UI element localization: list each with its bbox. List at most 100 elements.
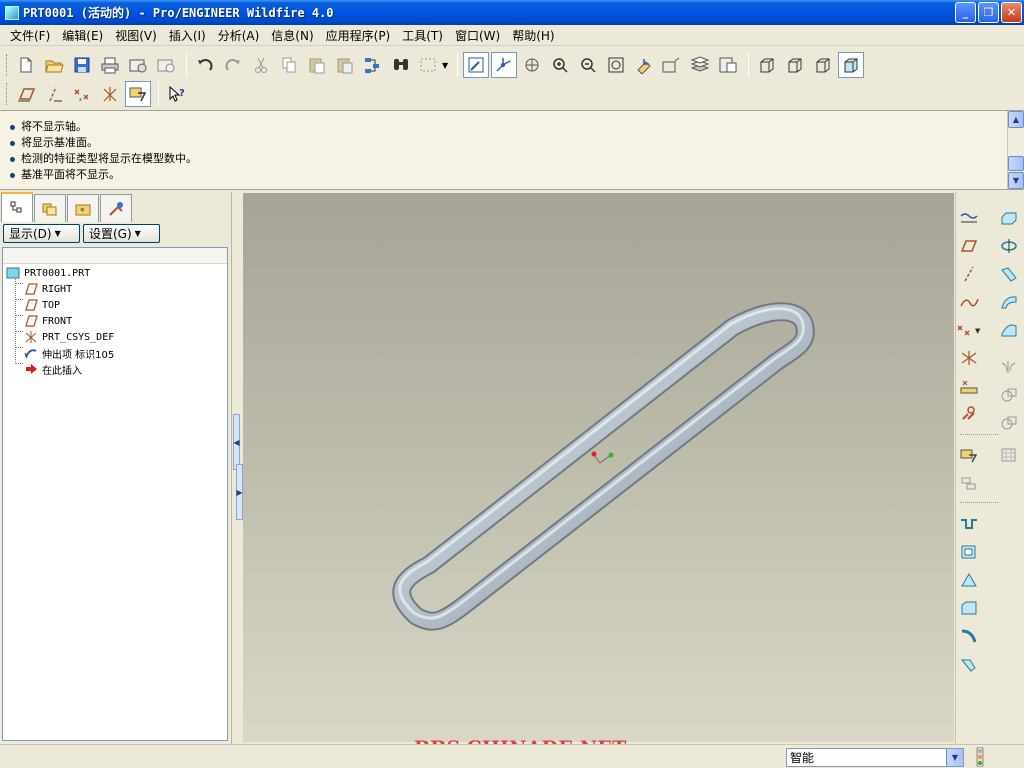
zoom-in-icon[interactable] (547, 52, 573, 78)
tree-item-sweep[interactable]: 伸出项 标识105 (23, 345, 114, 361)
message-scrollbar[interactable]: ▲ ▼ (1007, 111, 1024, 189)
view-manager-icon[interactable] (715, 52, 741, 78)
orient-mode-icon[interactable] (519, 52, 545, 78)
menu-insert[interactable]: 插入(I) (163, 27, 212, 44)
restore-button[interactable]: ❐ (978, 2, 999, 23)
sketch-icon[interactable] (956, 205, 982, 231)
trim-icon[interactable] (996, 410, 1022, 436)
tube-loop-model[interactable] (392, 302, 815, 631)
scroll-up-icon[interactable]: ▲ (1008, 111, 1024, 128)
menu-help[interactable]: 帮助(H) (506, 27, 560, 44)
select-box-dropdown-icon[interactable]: ▼ (442, 61, 448, 70)
draft-tool-icon[interactable] (956, 567, 982, 593)
send-mail-icon[interactable] (125, 52, 151, 78)
datum-axis-tool-icon[interactable] (956, 261, 982, 287)
graphics-viewport[interactable] (243, 193, 954, 742)
undo-icon[interactable] (192, 52, 218, 78)
menu-tools[interactable]: 工具(T) (396, 27, 449, 44)
menu-info[interactable]: 信息(N) (265, 27, 319, 44)
boundary-blend-icon[interactable] (996, 317, 1022, 343)
plane-display-icon[interactable] (13, 81, 39, 107)
point-display-icon[interactable]: x (69, 81, 95, 107)
csys-display-icon[interactable] (97, 81, 123, 107)
favorites-tab[interactable]: * (67, 194, 99, 222)
annotation-display-icon[interactable] (125, 81, 151, 107)
show-dropdown-button[interactable]: 显示(D) ▼ (3, 224, 80, 243)
copy-icon[interactable] (276, 52, 302, 78)
hole-tool-icon[interactable] (956, 539, 982, 565)
menu-edit[interactable]: 编辑(E) (56, 27, 109, 44)
annotation-feature-icon[interactable] (956, 442, 982, 468)
menu-window[interactable]: 窗口(W) (449, 27, 506, 44)
folder-browser-tab[interactable] (34, 194, 66, 222)
no-hidden-icon[interactable] (810, 52, 836, 78)
scroll-thumb[interactable] (1008, 156, 1024, 171)
open-folder-icon[interactable] (41, 52, 67, 78)
cut-icon[interactable] (248, 52, 274, 78)
wireframe-icon[interactable] (754, 52, 780, 78)
close-button[interactable]: ✕ (1001, 2, 1022, 23)
shrinkwrap-icon[interactable] (956, 470, 982, 496)
datum-plane-tool-icon[interactable] (956, 233, 982, 259)
tree-item-right[interactable]: RIGHT (23, 281, 72, 297)
layers-icon[interactable] (687, 52, 713, 78)
mirror-icon[interactable] (996, 354, 1022, 380)
redo-icon[interactable] (220, 52, 246, 78)
menu-analysis[interactable]: 分析(A) (212, 27, 266, 44)
expand-right-icon[interactable]: ▶ (236, 464, 243, 520)
menu-applications[interactable]: 应用程序(P) (320, 27, 397, 44)
csys-tool-icon[interactable] (956, 345, 982, 371)
axis-display-icon[interactable] (41, 81, 67, 107)
model-tree-tab[interactable] (1, 192, 33, 222)
tree-item-part[interactable]: PRT0001.PRT (5, 265, 90, 281)
chevron-down-icon[interactable]: ▼ (946, 749, 963, 766)
merge-icon[interactable] (996, 382, 1022, 408)
toolbar-grip[interactable] (6, 54, 9, 76)
paste-icon[interactable] (304, 52, 330, 78)
menu-view[interactable]: 视图(V) (109, 27, 163, 44)
print-icon[interactable] (97, 52, 123, 78)
variable-sweep-icon[interactable] (996, 261, 1022, 287)
rib-tool-icon[interactable] (956, 651, 982, 677)
panel-splitter[interactable]: ◀ ▶ (231, 192, 243, 744)
hidden-line-icon[interactable] (782, 52, 808, 78)
datum-curve-tool-icon[interactable] (956, 289, 982, 315)
tree-item-csys[interactable]: PRT_CSYS_DEF (23, 329, 114, 345)
settings-dropdown-button[interactable]: 设置(G) ▼ (83, 224, 160, 243)
toolbar-grip[interactable] (6, 83, 9, 105)
revolve-icon[interactable] (996, 233, 1022, 259)
connections-tab[interactable] (100, 194, 132, 222)
chamfer-tool-icon[interactable] (956, 623, 982, 649)
minimize-button[interactable]: _ (955, 2, 976, 23)
context-help-icon[interactable]: ? (164, 81, 190, 107)
regenerate-icon[interactable] (360, 52, 386, 78)
scroll-down-icon[interactable]: ▼ (1008, 172, 1024, 189)
tree-item-top[interactable]: TOP (23, 297, 60, 313)
paste-special-icon[interactable] (332, 52, 358, 78)
refit-icon[interactable] (603, 52, 629, 78)
tree-item-front[interactable]: FRONT (23, 313, 72, 329)
repaint-icon[interactable] (463, 52, 490, 78)
mail-icon[interactable] (153, 52, 179, 78)
select-box-icon[interactable] (416, 52, 442, 78)
selection-filter-select[interactable]: 智能 ▼ (786, 748, 964, 767)
new-file-icon[interactable] (13, 52, 39, 78)
shading-icon[interactable] (838, 52, 865, 78)
pattern-icon[interactable] (996, 442, 1022, 468)
reorient-icon[interactable] (631, 52, 657, 78)
reference-link-icon[interactable] (956, 401, 982, 427)
spin-center-icon[interactable] (491, 52, 518, 78)
extrude-tool-icon[interactable] (956, 511, 982, 537)
find-icon[interactable] (388, 52, 414, 78)
analysis-feature-icon[interactable] (956, 373, 982, 399)
blend-icon[interactable] (996, 289, 1022, 315)
menu-file[interactable]: 文件(F) (4, 27, 56, 44)
collapse-left-icon[interactable]: ◀ (233, 414, 240, 470)
datum-point-tool-icon[interactable]: ▼ (956, 317, 982, 343)
save-icon[interactable] (69, 52, 95, 78)
extrude-icon[interactable] (996, 205, 1022, 231)
saved-views-icon[interactable] (659, 52, 685, 78)
zoom-out-icon[interactable] (575, 52, 601, 78)
round-tool-icon[interactable] (956, 595, 982, 621)
tree-item-insert-here[interactable]: 在此插入 (23, 361, 82, 377)
